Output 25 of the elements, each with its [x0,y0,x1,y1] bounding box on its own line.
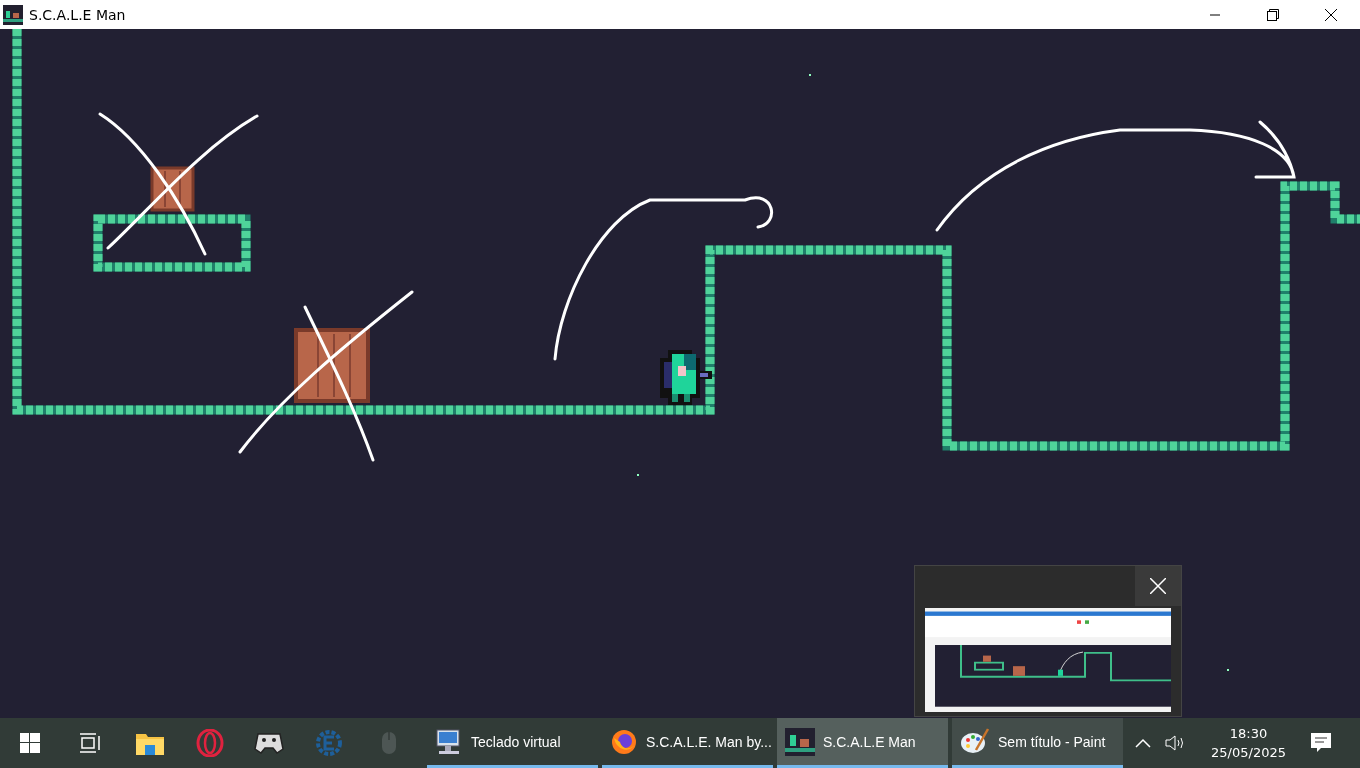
close-button[interactable] [1135,566,1181,606]
window-preview[interactable] [914,565,1182,717]
app-icon [3,4,23,25]
chevron-up-icon[interactable] [1135,738,1152,748]
restore-icon [1267,8,1279,21]
fox-globe-icon [610,727,638,756]
mouse-icon [381,731,398,755]
clock-button[interactable]: 18:30 25/05/2025 [1201,724,1296,762]
notification-icon[interactable] [1310,732,1332,754]
close-icon [1150,578,1166,594]
app-icon [785,727,815,756]
windows-logo-icon [19,733,40,753]
taskbar-app-button[interactable]: S.C.A.L.E Man [777,718,948,768]
gear-icon [315,729,344,757]
task-view-icon [78,733,101,753]
window-title: S.C.A.L.E Man [29,6,127,23]
ring-icon [195,729,224,757]
monitor-keyboard-icon [435,727,463,756]
taskbar-app-button[interactable]: S.C.A.L.E. Man by... [602,718,773,768]
palette-icon [960,727,990,756]
taskbar-app-button[interactable]: Teclado virtual [427,718,598,768]
close-icon [1325,8,1337,21]
folder-icon [135,731,164,755]
taskbar-app-button[interactable]: Sem título - Paint [952,718,1123,768]
gamepad-icon [254,731,285,755]
